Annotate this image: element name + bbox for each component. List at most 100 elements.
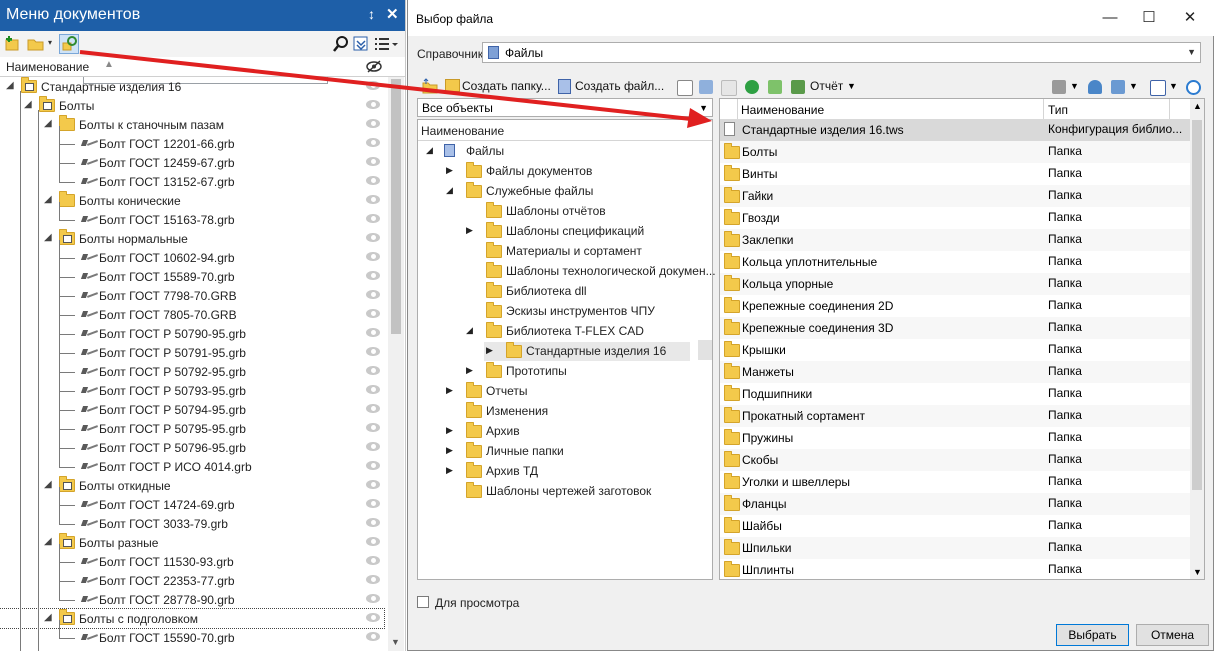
print-icon[interactable] [1052, 80, 1066, 94]
delete-icon[interactable] [721, 80, 737, 96]
visibility-eye-icon[interactable] [366, 423, 380, 432]
scrollbar-thumb[interactable] [1192, 120, 1202, 490]
chevron-down-icon[interactable]: ▼ [699, 103, 708, 113]
visibility-eye-icon[interactable] [366, 480, 380, 489]
expand-toggle-icon[interactable]: ▶ [486, 345, 493, 356]
file-list-row[interactable]: Крепежные соединения 3D Папка [720, 317, 1190, 339]
visibility-eye-icon[interactable] [366, 347, 380, 356]
file-list-row[interactable]: Подшипники Папка [720, 383, 1190, 405]
scroll-down-icon[interactable]: ▼ [1193, 567, 1202, 577]
visibility-eye-icon[interactable] [366, 385, 380, 394]
folder-tree-item[interactable]: Шаблоны технологической докумен... [464, 262, 716, 281]
folder-tree-item[interactable]: ◢ Библиотека T-FLEX CAD [464, 322, 706, 341]
expand-toggle-icon[interactable]: ◢ [24, 99, 32, 110]
list-view-icon[interactable] [373, 35, 399, 53]
file-list-row[interactable]: Стандартные изделия 16.tws Конфигурация б… [720, 119, 1190, 141]
visibility-eye-icon[interactable] [366, 176, 380, 185]
visibility-eye-icon[interactable] [366, 100, 380, 109]
visibility-eye-icon[interactable] [366, 138, 380, 147]
tree-item-file[interactable]: Болт ГОСТ 3033-79.grb [0, 514, 384, 533]
expand-toggle-icon[interactable]: ▶ [446, 445, 453, 456]
type-column-header[interactable]: Тип [1048, 103, 1068, 117]
tree-item-file[interactable]: Болт ГОСТ Р 50793-95.grb [0, 381, 384, 400]
add-icon[interactable] [745, 80, 759, 94]
folder-tree-item[interactable]: ▶ Личные папки [444, 442, 706, 461]
visibility-eye-icon[interactable] [366, 195, 380, 204]
preview-checkbox[interactable] [417, 596, 429, 608]
visibility-eye-icon[interactable] [366, 252, 380, 261]
visibility-eye-icon[interactable] [366, 214, 380, 223]
file-list-row[interactable]: Гвозди Папка [720, 207, 1190, 229]
tree-item-folder[interactable]: ◢ Болты с подголовком [0, 608, 385, 629]
refresh-icon[interactable] [1186, 80, 1201, 95]
tree-item-file[interactable]: Болт ГОСТ Р 50796-95.grb [0, 438, 384, 457]
visibility-eye-icon[interactable] [366, 366, 380, 375]
file-list-row[interactable]: Крепежные соединения 2D Папка [720, 295, 1190, 317]
visibility-eye-icon[interactable] [366, 328, 380, 337]
expand-toggle-icon[interactable]: ◢ [44, 479, 52, 490]
close-dialog-button[interactable]: ✕ [1170, 6, 1210, 30]
open-dropdown-icon[interactable]: ▾ [48, 38, 52, 47]
file-list-row[interactable]: Крышки Папка [720, 339, 1190, 361]
visibility-eye-icon[interactable] [366, 233, 380, 242]
folder-up-icon[interactable] [422, 78, 438, 94]
tree-item-file[interactable]: Болт ГОСТ 12459-67.grb [0, 153, 384, 172]
visibility-eye-icon[interactable] [366, 632, 380, 641]
expand-toggle-icon[interactable]: ◢ [44, 118, 52, 129]
tree-item-file[interactable]: Болт ГОСТ 13152-67.grb [0, 172, 384, 191]
tree-item-file[interactable]: Болт ГОСТ 10602-94.grb [0, 248, 384, 267]
file-list-row[interactable]: Фланцы Папка [720, 493, 1190, 515]
expand-toggle-icon[interactable]: ▶ [466, 225, 473, 236]
visibility-eye-icon[interactable] [366, 271, 380, 280]
expand-toggle-icon[interactable]: ◢ [44, 232, 52, 243]
tree-item-file[interactable]: Болт ГОСТ Р 50794-95.grb [0, 400, 384, 419]
file-list-row[interactable]: Прокатный сортамент Папка [720, 405, 1190, 427]
splitter-handle[interactable] [698, 340, 712, 360]
expand-toggle-icon[interactable]: ◢ [446, 185, 453, 196]
view-options-dropdown-icon[interactable]: ▼ [1129, 81, 1138, 91]
expand-toggle-icon[interactable]: ▶ [446, 465, 453, 476]
create-folder-button[interactable]: Создать папку... [462, 79, 551, 93]
visibility-eye-icon[interactable] [366, 594, 380, 603]
tree-item-file[interactable]: Болт ГОСТ Р 50792-95.grb [0, 362, 384, 381]
tree-item-folder[interactable]: ◢ Стандартные изделия 16 [0, 77, 384, 96]
report-icon[interactable] [791, 80, 805, 94]
visibility-eye-icon[interactable] [366, 537, 380, 546]
tree-item-folder[interactable]: ◢ Болты откидные [0, 476, 384, 495]
folder-tree-item[interactable]: ▶ Архив ТД [444, 462, 706, 481]
layout-icon[interactable] [1150, 80, 1166, 96]
folder-tree-header[interactable]: Наименование [418, 120, 712, 141]
file-list-row[interactable]: Скобы Папка [720, 449, 1190, 471]
folder-tree-item[interactable]: Эскизы инструментов ЧПУ [464, 302, 706, 321]
folder-tree-item[interactable]: Библиотека dll [464, 282, 706, 301]
expand-toggle-icon[interactable]: ◢ [426, 145, 433, 156]
file-list-row[interactable]: Гайки Папка [720, 185, 1190, 207]
file-list-row[interactable]: Шпильки Папка [720, 537, 1190, 559]
column-separator[interactable] [737, 99, 738, 119]
visibility-eye-icon[interactable] [366, 461, 380, 470]
expand-toggle-icon[interactable]: ◢ [466, 325, 473, 336]
column-separator[interactable] [1169, 99, 1170, 119]
folder-tree-item[interactable]: ▶ Файлы документов [444, 162, 706, 181]
download-icon[interactable] [768, 80, 782, 94]
folder-tree-item[interactable]: ◢ Файлы [424, 142, 706, 161]
search-icon[interactable] [332, 35, 350, 53]
visibility-eye-icon[interactable] [366, 119, 380, 128]
add-document-icon[interactable] [4, 35, 22, 53]
folder-tree-item[interactable]: ◢ Служебные файлы [444, 182, 706, 201]
file-list-row[interactable]: Винты Папка [720, 163, 1190, 185]
edit-icon[interactable] [677, 80, 693, 96]
tree-item-folder[interactable]: ◢ Болты разные [0, 533, 384, 552]
folder-tree-item[interactable]: ▶ Архив [444, 422, 706, 441]
view-options-icon[interactable] [1111, 80, 1125, 94]
report-dropdown-icon[interactable]: ▼ [847, 81, 856, 91]
file-list-row[interactable]: Уголки и швеллеры Папка [720, 471, 1190, 493]
report-button[interactable]: Отчёт [810, 79, 843, 93]
scroll-down-icon[interactable]: ▼ [391, 637, 400, 647]
expand-toggle-icon[interactable]: ◢ [44, 612, 52, 623]
name-column-header[interactable]: Наименование [741, 103, 824, 117]
tree-item-file[interactable]: Болт ГОСТ 15590-70.grb [0, 628, 384, 647]
folder-tree-item[interactable]: ▶ Отчеты [444, 382, 706, 401]
expand-toggle-icon[interactable]: ▶ [446, 385, 453, 396]
folder-tree-item[interactable]: ▶ Прототипы [464, 362, 706, 381]
